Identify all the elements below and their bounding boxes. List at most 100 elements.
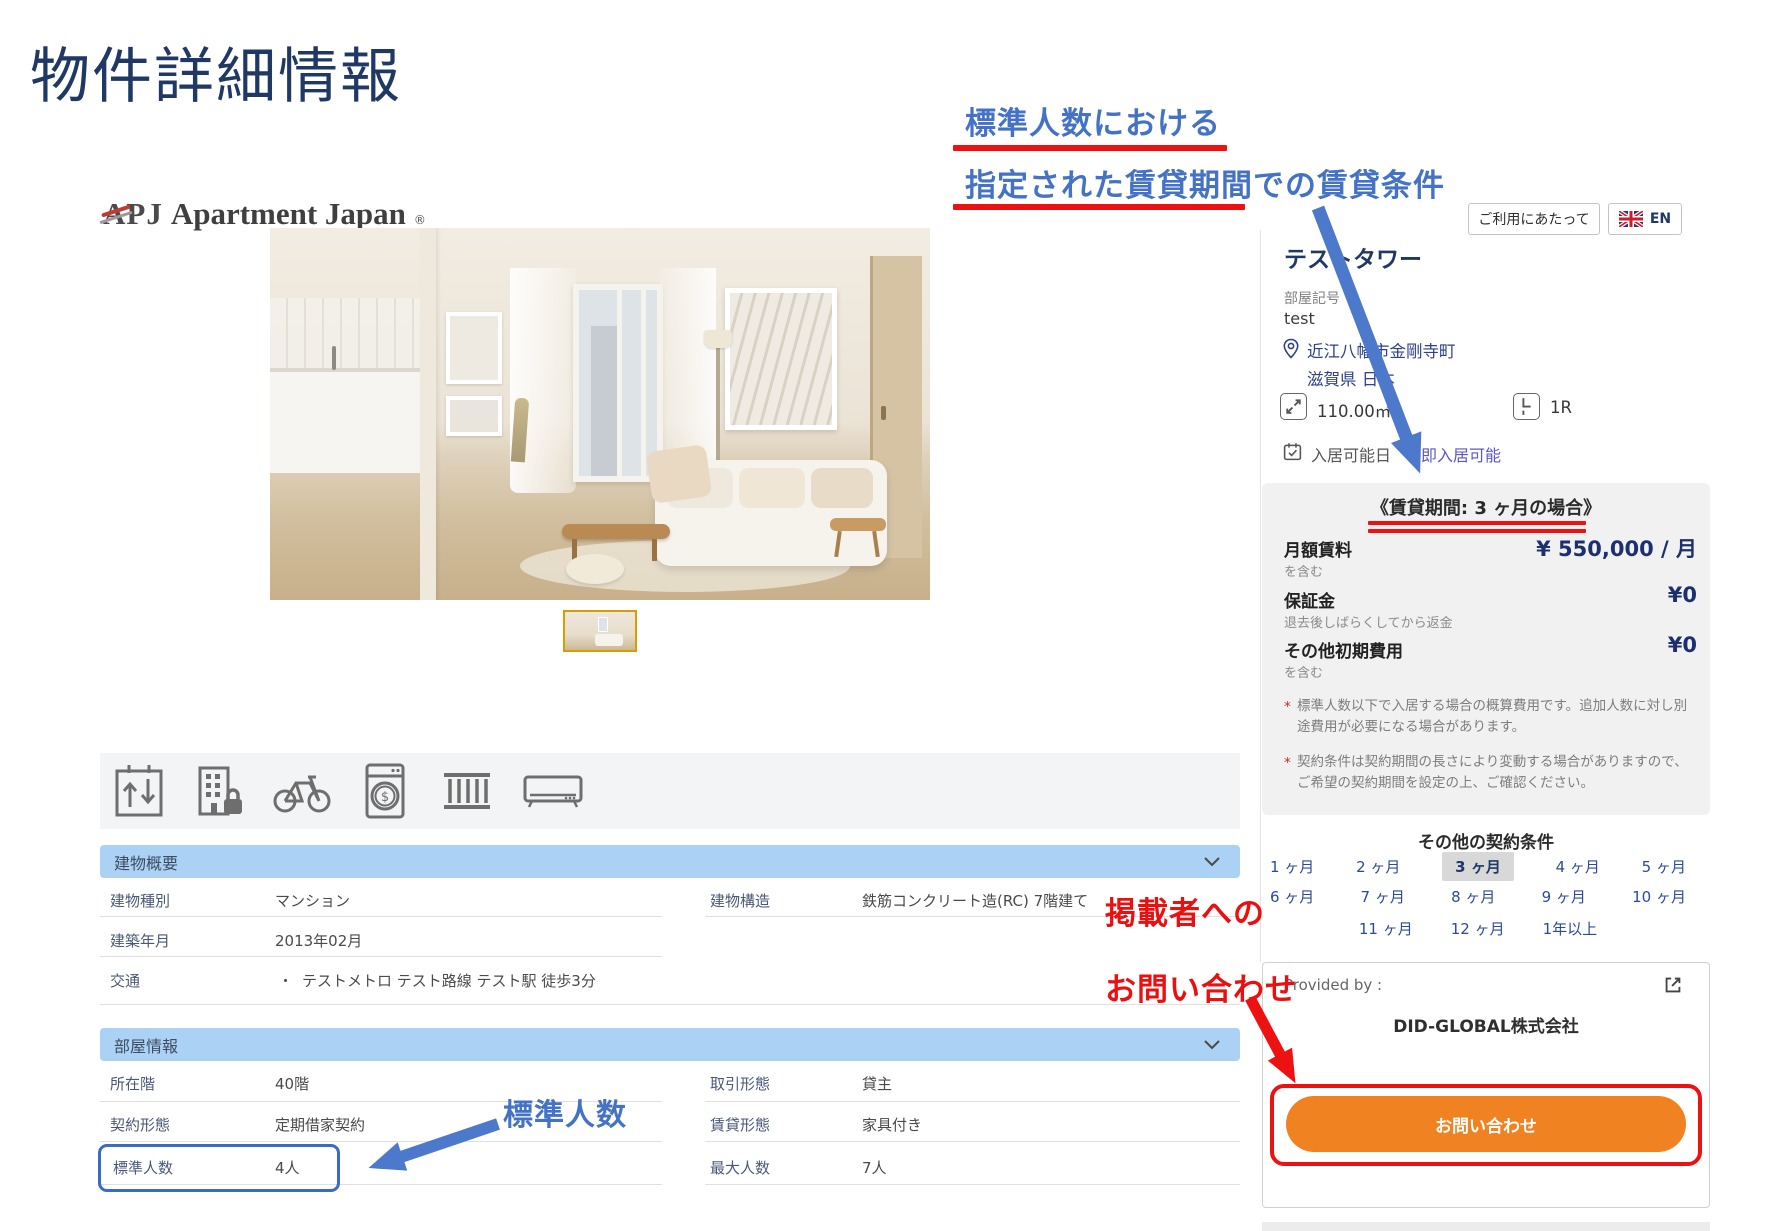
sidebar-divider: [1260, 230, 1261, 962]
month-option-3-selected[interactable]: 3 ヶ月: [1442, 852, 1514, 881]
brand-logo[interactable]: APJ Apartment Japan ®: [103, 196, 426, 232]
air-conditioner-icon: [522, 763, 584, 819]
sofa: [655, 460, 887, 566]
row-divider: [100, 916, 662, 917]
window-mullion-2: [641, 290, 646, 476]
floor-area-icon: [1280, 393, 1307, 420]
floor-lamp-shade: [704, 330, 732, 348]
month-option-2[interactable]: 2 ヶ月: [1356, 856, 1400, 877]
row-label: 交通: [110, 970, 140, 991]
section-header-building: 建物概要: [100, 845, 1240, 878]
door-handle: [881, 406, 886, 420]
card-bottom-strip: [1262, 1222, 1710, 1231]
window-mullion: [617, 290, 622, 476]
sofa-cushion-3: [811, 468, 873, 508]
annotation-standard-occupancy: 標準人数: [503, 1090, 627, 1134]
external-link-icon[interactable]: [1662, 974, 1684, 996]
annotation-blue-line2: 指定された賃貸期間での賃貸条件: [965, 160, 1445, 205]
month-option-11[interactable]: 11 ヶ月: [1359, 918, 1413, 939]
month-option-9[interactable]: 9 ヶ月: [1542, 886, 1586, 907]
kitchen-cabinets: [270, 368, 420, 473]
property-name: テストタワー: [1284, 240, 1422, 274]
month-option-6[interactable]: 6 ヶ月: [1270, 886, 1314, 907]
row-divider: [100, 1141, 662, 1142]
fee-value: ¥ 550,000 / 月: [1536, 533, 1697, 563]
svg-text:$: $: [381, 790, 389, 805]
room-code-value: test: [1284, 309, 1315, 328]
row-value: 7人: [862, 1157, 887, 1178]
brand-mark: APJ: [103, 196, 163, 232]
provided-by-label: Provided by :: [1284, 976, 1382, 994]
room-section-title: 部屋情報: [114, 1033, 178, 1057]
kitchen-faucet: [332, 346, 336, 370]
row-value: 40階: [275, 1073, 309, 1094]
calendar-check-icon: [1282, 441, 1303, 462]
month-option-8[interactable]: 8 ヶ月: [1451, 886, 1495, 907]
annotation-double-underline-2: [1368, 529, 1586, 533]
language-button[interactable]: EN: [1608, 203, 1682, 235]
row-value: 貸主: [862, 1073, 892, 1094]
contact-button[interactable]: お問い合わせ: [1286, 1096, 1686, 1152]
row-value: 鉄筋コンクリート造(RC) 7階建て: [862, 890, 1088, 911]
chevron-down-icon[interactable]: [1204, 857, 1220, 867]
wall-art-small-1: [446, 312, 502, 384]
row-divider: [705, 1101, 1240, 1102]
usage-guide-button[interactable]: ご利用にあたって: [1468, 203, 1600, 235]
sofa-cushion-2: [739, 468, 805, 508]
fee-sub: を含む: [1284, 561, 1323, 580]
row-divider: [705, 1184, 1240, 1185]
chevron-down-icon[interactable]: [1204, 1040, 1220, 1050]
row-label: 契約形態: [110, 1114, 170, 1135]
row-label: 取引形態: [710, 1073, 770, 1094]
fee-value: ¥0: [1668, 583, 1697, 607]
wall-art-large: [725, 288, 837, 430]
asterisk-icon: *: [1284, 697, 1291, 718]
registered-mark: ®: [414, 213, 426, 227]
annotation-underline-1: [953, 145, 1227, 151]
row-divider: [100, 956, 662, 957]
layout-value: 1R: [1550, 398, 1572, 417]
move-in-label: 入居可能日: [1311, 442, 1391, 466]
coin-laundry-icon: $: [358, 762, 412, 820]
floor-pouf: [566, 554, 624, 584]
row-label: 建物構造: [710, 890, 770, 911]
language-label: EN: [1650, 211, 1671, 227]
move-in-value: 即入居可能: [1421, 442, 1501, 466]
terms-note-2: *契約条件は契約期間の長さにより変動する場合がありますので、ご希望の契約期間を設…: [1284, 752, 1694, 794]
building-silhouette: [591, 326, 619, 476]
address-line1: 近江八幡市金剛寺町: [1307, 338, 1456, 362]
row-label: 所在階: [110, 1073, 155, 1094]
photo-thumbnail[interactable]: [563, 610, 637, 652]
month-options-row-3: 11 ヶ月 12 ヶ月 1年以上: [1270, 918, 1686, 939]
month-option-12[interactable]: 12 ヶ月: [1451, 918, 1505, 939]
row-label: 建築年月: [110, 930, 170, 951]
throw-blanket: [646, 444, 713, 504]
month-option-5[interactable]: 5 ヶ月: [1642, 856, 1686, 877]
floor-lamp-pole: [716, 344, 720, 462]
annotation-red-line1: 掲載者への: [1105, 888, 1265, 933]
month-option-10[interactable]: 10 ヶ月: [1632, 886, 1686, 907]
floor-plan-icon: [1513, 393, 1540, 420]
month-option-4[interactable]: 4 ヶ月: [1556, 856, 1600, 877]
provider-company-name: DID-GLOBAL株式会社: [1262, 1012, 1710, 1037]
amenity-icon-band: $: [100, 753, 1240, 829]
rental-terms-heading: 《賃貸期間: 3 ヶ月の場合》: [1262, 494, 1710, 520]
location-pin-icon: [1282, 338, 1300, 359]
property-photo: [270, 228, 930, 600]
thumb-sofa: [595, 634, 623, 646]
annotation-red-line2: お問い合わせ: [1105, 964, 1297, 1009]
month-option-over-1-year[interactable]: 1年以上: [1543, 918, 1598, 939]
address-line2: 滋賀県 日本: [1307, 366, 1395, 390]
uk-flag-icon: [1619, 211, 1643, 227]
annotation-underline-2: [953, 204, 1245, 210]
month-option-7[interactable]: 7 ヶ月: [1361, 886, 1405, 907]
row-label: 建物種別: [110, 890, 170, 911]
brand-name: Apartment Japan: [171, 196, 406, 232]
building-section-title: 建物概要: [114, 850, 178, 874]
month-option-1[interactable]: 1 ヶ月: [1270, 856, 1314, 877]
fee-label: 保証金: [1284, 587, 1335, 612]
section-header-room: 部屋情報: [100, 1028, 1240, 1061]
fee-sub: 退去後しばらくしてから返金: [1284, 612, 1453, 631]
row-value: 2013年02月: [275, 930, 362, 951]
annotation-double-underline-1: [1368, 521, 1586, 525]
